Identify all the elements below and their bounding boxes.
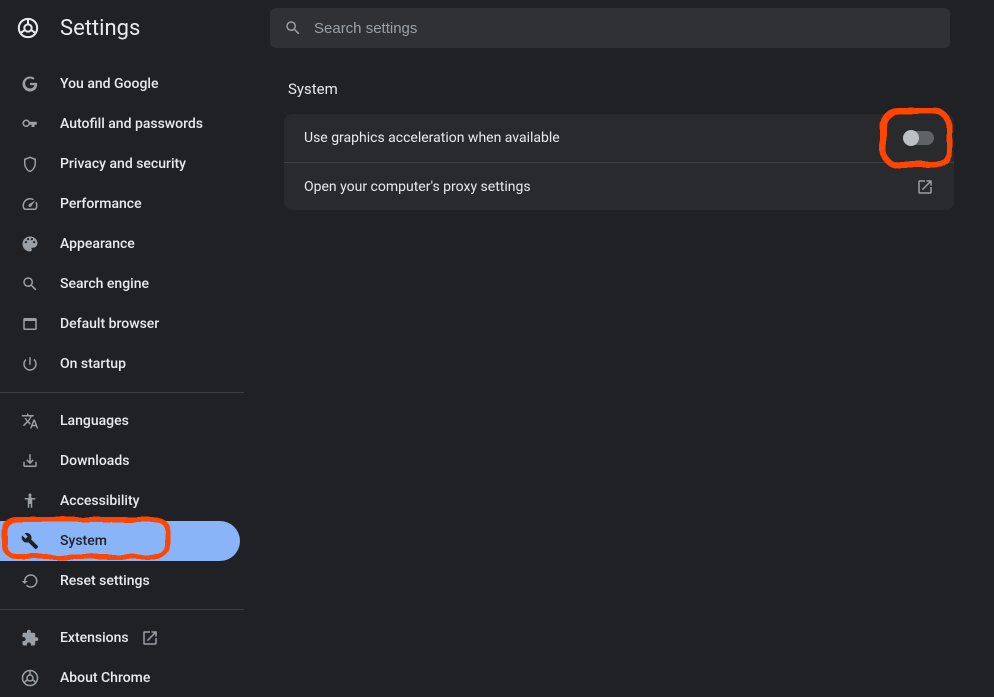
extension-icon bbox=[20, 628, 40, 648]
search-input[interactable] bbox=[270, 8, 950, 48]
key-icon bbox=[20, 114, 40, 134]
sidebar-item-label: System bbox=[60, 533, 107, 549]
sidebar-item-label: About Chrome bbox=[60, 670, 150, 686]
sidebar-item-label: Appearance bbox=[60, 236, 135, 252]
settings-card: Use graphics acceleration when available… bbox=[284, 114, 954, 210]
sidebar-item-default-browser[interactable]: Default browser bbox=[0, 304, 240, 344]
row-label: Use graphics acceleration when available bbox=[304, 130, 560, 146]
main-content: System Use graphics acceleration when av… bbox=[244, 56, 994, 697]
sidebar-item-label: Reset settings bbox=[60, 573, 150, 589]
sidebar-item-label: Search engine bbox=[60, 276, 149, 292]
settings-row: Use graphics acceleration when available bbox=[284, 114, 954, 162]
sidebar-item-label: Downloads bbox=[60, 453, 129, 469]
power-icon bbox=[20, 354, 40, 374]
palette-icon bbox=[20, 234, 40, 254]
sidebar-item-label: Extensions bbox=[60, 630, 129, 646]
section-title: System bbox=[288, 80, 954, 98]
external-link-icon[interactable] bbox=[916, 178, 934, 196]
sidebar-item-label: Autofill and passwords bbox=[60, 116, 203, 132]
sidebar-item-label: Default browser bbox=[60, 316, 159, 332]
sidebar-item-privacy[interactable]: Privacy and security bbox=[0, 144, 240, 184]
sidebar-item-performance[interactable]: Performance bbox=[0, 184, 240, 224]
sidebar-item-reset[interactable]: Reset settings bbox=[0, 561, 240, 601]
restore-icon bbox=[20, 571, 40, 591]
external-link-icon bbox=[141, 629, 159, 647]
sidebar-divider bbox=[0, 609, 244, 610]
toggle-switch[interactable] bbox=[904, 131, 934, 145]
sidebar-item-on-startup[interactable]: On startup bbox=[0, 344, 240, 384]
sidebar: You and Google Autofill and passwords Priv… bbox=[0, 56, 244, 697]
wrench-icon bbox=[20, 531, 40, 551]
sidebar-divider bbox=[0, 392, 244, 393]
chrome-logo-icon bbox=[16, 16, 40, 40]
sidebar-item-appearance[interactable]: Appearance bbox=[0, 224, 240, 264]
toggle-knob bbox=[903, 130, 919, 146]
settings-row[interactable]: Open your computer's proxy settings bbox=[284, 162, 954, 210]
translate-icon bbox=[20, 411, 40, 431]
search-icon bbox=[284, 19, 302, 37]
sidebar-item-label: Accessibility bbox=[60, 493, 139, 509]
sidebar-item-languages[interactable]: Languages bbox=[0, 401, 240, 441]
sidebar-item-label: You and Google bbox=[60, 76, 158, 92]
sidebar-item-label: Languages bbox=[60, 413, 129, 429]
chrome-icon bbox=[20, 668, 40, 688]
sidebar-item-you-and-google[interactable]: You and Google bbox=[0, 64, 240, 104]
sidebar-item-search-engine[interactable]: Search engine bbox=[0, 264, 240, 304]
download-icon bbox=[20, 451, 40, 471]
sidebar-item-downloads[interactable]: Downloads bbox=[0, 441, 240, 481]
accessibility-icon bbox=[20, 491, 40, 511]
sidebar-item-about[interactable]: About Chrome bbox=[0, 658, 240, 697]
sidebar-item-label: Performance bbox=[60, 196, 142, 212]
sidebar-item-autofill[interactable]: Autofill and passwords bbox=[0, 104, 240, 144]
page-title: Settings bbox=[60, 16, 250, 41]
sidebar-item-system[interactable]: System bbox=[0, 521, 240, 561]
google-icon bbox=[20, 74, 40, 94]
window-icon bbox=[20, 314, 40, 334]
search-icon bbox=[20, 274, 40, 294]
sidebar-item-accessibility[interactable]: Accessibility bbox=[0, 481, 240, 521]
sidebar-item-extensions[interactable]: Extensions bbox=[0, 618, 240, 658]
speed-icon bbox=[20, 194, 40, 214]
shield-icon bbox=[20, 154, 40, 174]
row-label: Open your computer's proxy settings bbox=[304, 179, 531, 195]
sidebar-item-label: Privacy and security bbox=[60, 156, 186, 172]
sidebar-item-label: On startup bbox=[60, 356, 126, 372]
